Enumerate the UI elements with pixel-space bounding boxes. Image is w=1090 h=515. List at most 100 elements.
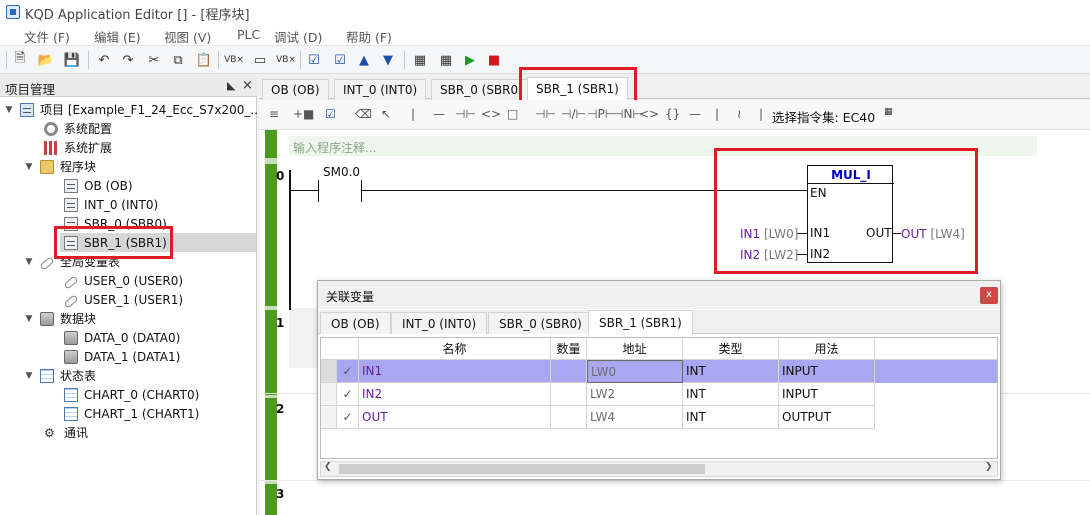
vb-switch-icon[interactable]: VB× [276,50,296,70]
table-row[interactable]: ✓ IN1 LW0 INT INPUT [321,360,997,383]
cell-name[interactable]: IN1 [359,360,551,383]
chevron-down-icon[interactable]: ▼ [24,314,34,324]
menu-edit[interactable]: 编辑 (E) [94,27,141,46]
contact-no-icon[interactable]: ⊣⊢ [455,107,476,121]
line-vertical-icon[interactable]: | [411,107,415,121]
instruction-set-icon[interactable]: ▦ [884,107,893,117]
set-coil-icon[interactable]: {} [665,107,680,121]
tree-item-user0[interactable]: USER_0 (USER0) [63,271,183,290]
table-row[interactable]: ✓ OUT LW4 INT OUTPUT [321,406,997,429]
format-icon[interactable]: ≡ [269,107,279,121]
stop-icon[interactable]: ■ [484,50,504,70]
column-header-usage[interactable]: 用法 [779,338,875,360]
table-row[interactable]: ✓ IN2 LW2 INT INPUT [321,383,997,406]
chevron-down-icon[interactable]: ▼ [24,257,34,267]
menu-plc[interactable]: PLC [237,27,260,42]
contact-pos-icon[interactable]: ⊣P⊢ [587,107,615,121]
new-file-icon[interactable]: 🗎 [10,50,30,70]
tab-ob[interactable]: OB (OB) [262,79,329,100]
output-coil-icon[interactable]: <> [639,107,659,121]
dialog-tab-ob[interactable]: OB (OB) [320,312,391,334]
box-icon[interactable]: □ [507,107,518,121]
tree-item-int0[interactable]: INT_0 (INT0) [64,195,158,214]
open-folder-icon[interactable]: 📂 [36,50,56,70]
chevron-down-icon[interactable]: ▼ [24,371,34,381]
tree-item-communication[interactable]: ⚙ 通讯 [44,423,88,442]
chevron-down-icon[interactable]: ▼ [4,105,14,115]
tab-sbr0[interactable]: SBR_0 (SBR0) [431,79,532,100]
save-all-icon[interactable]: 💾 [62,50,82,70]
column-header-type[interactable]: 类型 [683,338,779,360]
not-icon[interactable]: ≀ [737,107,742,121]
undo-icon[interactable]: ↶ [94,50,114,70]
tree-item-status-tables[interactable]: ▼ 状态表 [24,366,96,385]
menu-view[interactable]: 视图 (V) [164,27,211,46]
menu-debug[interactable]: 调试 (D) [274,27,322,46]
cell-usage[interactable]: INPUT [779,360,875,383]
cell-type[interactable]: INT [683,360,779,383]
tree-item-chart1[interactable]: CHART_1 (CHART1) [64,404,199,423]
menu-help[interactable]: 帮助 (F) [346,27,392,46]
insert-network-icon[interactable]: +■ [293,107,314,121]
line-horizontal-icon[interactable]: — [433,107,445,121]
cell-count[interactable] [551,383,587,406]
menu-file[interactable]: 文件 (F) [24,27,70,46]
redo-icon[interactable]: ↷ [118,50,138,70]
tree-item-system-expansion[interactable]: 系统扩展 [44,138,112,157]
contact-nc-icon[interactable]: ⊣/⊢ [561,107,586,121]
tree-item-user1[interactable]: USER_1 (USER1) [63,290,183,309]
paste-icon[interactable]: 📋 [194,50,214,70]
compile-icon[interactable]: ☑ [304,50,324,70]
cell-count[interactable] [551,406,587,429]
cell-count[interactable] [551,360,587,383]
cell-usage[interactable]: OUTPUT [779,406,875,429]
cell-type[interactable]: INT [683,406,779,429]
upload-icon[interactable]: ▲ [354,50,374,70]
dialog-tab-sbr0[interactable]: SBR_0 (SBR0) [488,312,593,334]
cell-type[interactable]: INT [683,383,779,406]
instruction-set-label[interactable]: 选择指令集: EC40 [772,107,875,126]
dialog-tab-int0[interactable]: INT_0 (INT0) [391,312,488,334]
dialog-title-bar[interactable]: 关联变量 x [318,281,1000,309]
tree-item-data0[interactable]: DATA_0 (DATA0) [64,328,180,347]
contact-p-icon[interactable]: ⊣⊢ [535,107,556,121]
column-header-count[interactable]: 数量 [551,338,587,360]
cell-name[interactable]: OUT [359,406,551,429]
pin-icon[interactable]: ◣ [227,79,235,92]
monitor-icon[interactable]: ▦ [410,50,430,70]
scroll-right-icon[interactable]: ❯ [985,462,993,472]
tree-item-data-blocks[interactable]: ▼ 数据块 [24,309,96,328]
cell-address[interactable]: LW4 [587,406,683,429]
close-icon[interactable]: × [242,78,253,93]
cell-name[interactable]: IN2 [359,383,551,406]
cursor-icon[interactable]: ↖ [381,107,391,121]
tab-int0[interactable]: INT_0 (INT0) [334,79,427,100]
horizontal-scrollbar[interactable]: ❮ ❯ [320,461,998,477]
cell-address[interactable]: LW0 [587,360,683,383]
download-icon[interactable]: ▼ [378,50,398,70]
tree-item-data1[interactable]: DATA_1 (DATA1) [64,347,180,366]
cell-address[interactable]: LW2 [587,383,683,406]
copy-icon[interactable]: ⧉ [168,50,188,70]
compile-all-icon[interactable]: ☑ [330,50,350,70]
check-icon[interactable]: ☑ [325,107,336,121]
scroll-left-icon[interactable]: ❮ [324,462,332,472]
tree-item-ob[interactable]: OB (OB) [64,176,133,195]
tree-item-system-config[interactable]: 系统配置 [44,119,112,138]
cut-icon[interactable]: ✂ [144,50,164,70]
chevron-down-icon[interactable]: ▼ [24,162,34,172]
close-icon[interactable]: x [980,287,998,304]
dialog-tab-sbr1[interactable]: SBR_1 (SBR1) [588,310,693,334]
monitor-stop-icon[interactable]: ▦ [436,50,456,70]
coil-icon[interactable]: <> [481,107,501,121]
tree-item-project[interactable]: ▼ 项目 [Example_F1_24_Ecc_S7x200_... [4,100,262,119]
cell-usage[interactable]: INPUT [779,383,875,406]
vb-icon[interactable]: VB× [224,50,244,70]
eraser-icon[interactable]: ⌫ [355,107,372,121]
tree-item-program-blocks[interactable]: ▼ 程序块 [24,157,96,176]
column-header-address[interactable]: 地址 [587,338,683,360]
tree-item-chart0[interactable]: CHART_0 (CHART0) [64,385,199,404]
mode-toggle-icon[interactable]: ▭ [250,50,270,70]
run-icon[interactable]: ▶ [460,50,480,70]
wire-icon[interactable]: — [689,107,701,121]
